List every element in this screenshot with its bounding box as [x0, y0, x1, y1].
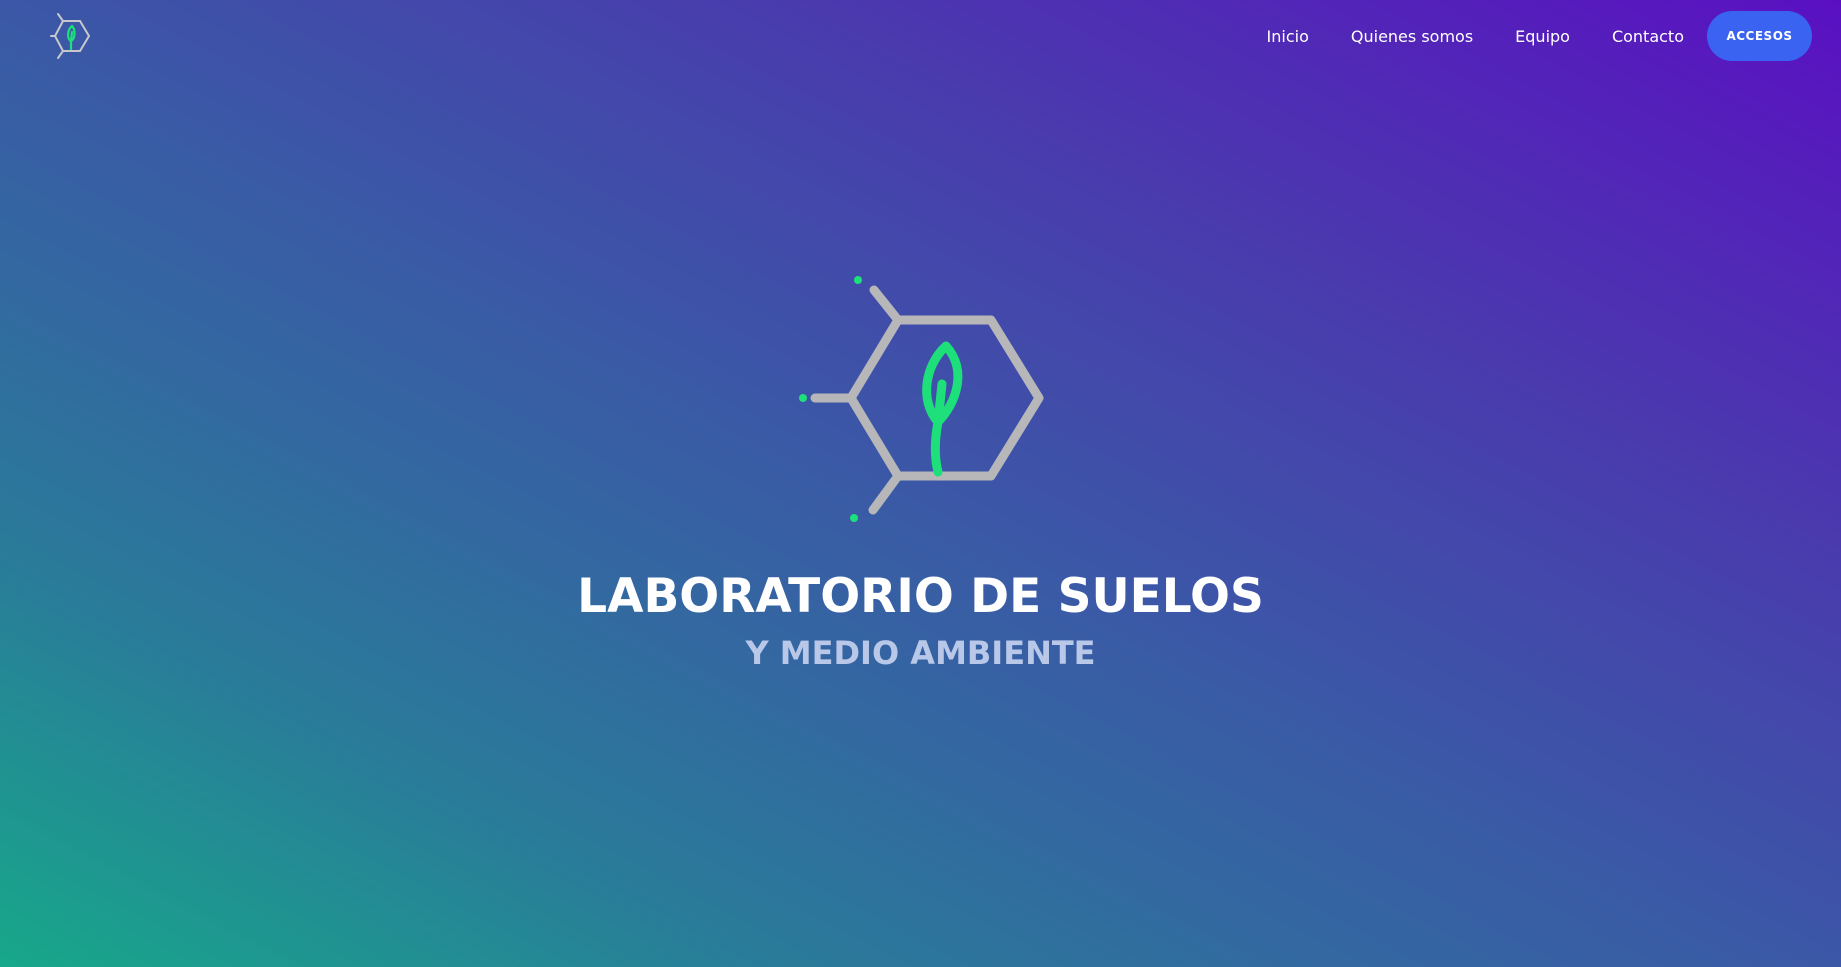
hero-logo — [796, 272, 1046, 530]
nav-link-equipo[interactable]: Equipo — [1515, 27, 1570, 46]
hero-title: LABORATORIO DE SUELOS — [577, 569, 1264, 625]
accesos-button[interactable]: ACCESOS — [1707, 11, 1812, 61]
nav-link-inicio[interactable]: Inicio — [1267, 27, 1309, 46]
main-navigation: Inicio Quienes somos Equipo Contacto ACC… — [1267, 11, 1812, 61]
nav-link-quienes-somos[interactable]: Quienes somos — [1351, 27, 1473, 46]
hexagon-leaf-logo-icon — [50, 13, 91, 59]
nav-link-contacto[interactable]: Contacto — [1612, 27, 1684, 46]
hexagon-leaf-logo-icon — [799, 276, 1044, 522]
brand-logo-link[interactable] — [50, 10, 106, 62]
navbar: Inicio Quienes somos Equipo Contacto ACC… — [0, 0, 1841, 72]
hero-subtitle: Y MEDIO AMBIENTE — [745, 633, 1096, 672]
